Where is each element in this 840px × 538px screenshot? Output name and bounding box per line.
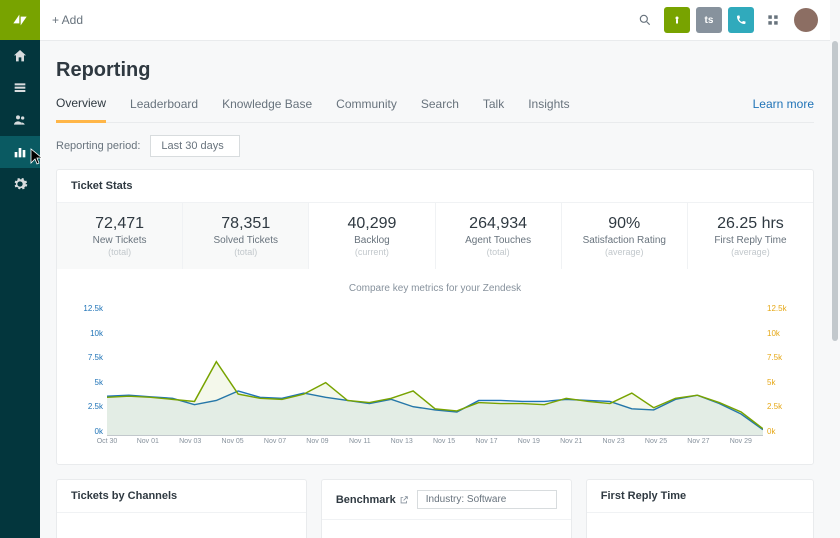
apps-grid-icon[interactable] <box>760 7 786 33</box>
tab-search[interactable]: Search <box>421 97 459 121</box>
ticket-stats-title: Ticket Stats <box>57 170 813 203</box>
frt-title: First Reply Time <box>587 480 813 513</box>
channels-body: 6%5%6% <box>57 513 306 538</box>
stat-satisfaction[interactable]: 90% Satisfaction Rating (average) <box>562 203 688 269</box>
bottom-row: Tickets by Channels 6%5%6% Benchmark Sat… <box>56 479 814 538</box>
nav-home[interactable] <box>0 40 40 72</box>
zendesk-logo[interactable] <box>0 0 40 40</box>
scrollbar-thumb[interactable] <box>832 41 838 341</box>
topbar: + Add ts <box>40 0 830 41</box>
page-title: Reporting <box>56 59 814 82</box>
benchmark-industry-select[interactable] <box>417 490 557 509</box>
nav-views[interactable] <box>0 72 40 104</box>
tab-talk[interactable]: Talk <box>483 97 504 121</box>
y-axis-right: 12.5k10k7.5k5k2.5k0k <box>767 304 797 436</box>
tab-overview[interactable]: Overview <box>56 96 106 123</box>
benchmark-header: Benchmark <box>322 480 571 520</box>
search-icon[interactable] <box>632 7 658 33</box>
y-axis-left: 12.5k10k7.5k5k2.5k0k <box>73 304 103 436</box>
external-link-icon <box>399 495 409 505</box>
page-content: Reporting Overview Leaderboard Knowledge… <box>40 41 830 538</box>
benchmark-card: Benchmark Satisfaction Rating 90% 97% Av… <box>321 479 572 538</box>
stat-solved-tickets[interactable]: 78,351 Solved Tickets (total) <box>183 203 309 269</box>
stat-first-reply[interactable]: 26.25 hrs First Reply Time (average) <box>688 203 813 269</box>
left-sidebar <box>0 0 40 538</box>
ticket-stats-card: Ticket Stats 72,471 New Tickets (total) … <box>56 169 814 465</box>
app-icon-2[interactable]: ts <box>696 7 722 33</box>
app-icon-1[interactable] <box>664 7 690 33</box>
add-button[interactable]: + Add <box>52 13 83 27</box>
tab-leaderboard[interactable]: Leaderboard <box>130 97 198 121</box>
stat-agent-touches[interactable]: 264,934 Agent Touches (total) <box>436 203 562 269</box>
phone-icon[interactable] <box>728 7 754 33</box>
chart-caption: Compare key metrics for your Zendesk <box>73 283 797 294</box>
scrollbar[interactable] <box>832 41 838 538</box>
frt-body: 26.25 hrs Avg. First Reply Time 44% <box>587 513 813 538</box>
tab-community[interactable]: Community <box>336 97 397 121</box>
chart-area: Compare key metrics for your Zendesk 12.… <box>57 269 813 464</box>
stats-row: 72,471 New Tickets (total) 78,351 Solved… <box>57 203 813 269</box>
nav-customers[interactable] <box>0 104 40 136</box>
nav-reporting[interactable] <box>0 136 40 168</box>
channels-card: Tickets by Channels 6%5%6% <box>56 479 307 538</box>
channels-title: Tickets by Channels <box>57 480 306 513</box>
learn-more-link[interactable]: Learn more <box>753 97 814 121</box>
period-select[interactable]: Last 30 days <box>150 135 240 157</box>
nav-admin[interactable] <box>0 168 40 200</box>
tabs: Overview Leaderboard Knowledge Base Comm… <box>56 96 814 123</box>
period-row: Reporting period: Last 30 days <box>56 135 814 157</box>
tab-knowledge-base[interactable]: Knowledge Base <box>222 97 312 121</box>
line-chart <box>107 304 763 436</box>
x-axis: Oct 30Nov 01Nov 03Nov 05Nov 07Nov 09Nov … <box>107 438 763 454</box>
chart-wrap: 12.5k10k7.5k5k2.5k0k 12.5k10k7.5k5k2.5k0… <box>73 304 797 454</box>
frt-card: First Reply Time 26.25 hrs Avg. First Re… <box>586 479 814 538</box>
user-avatar[interactable] <box>794 8 818 32</box>
stat-backlog[interactable]: 40,299 Backlog (current) <box>309 203 435 269</box>
benchmark-body: Satisfaction Rating 90% 97% Average Firs… <box>322 520 571 538</box>
stat-new-tickets[interactable]: 72,471 New Tickets (total) <box>57 203 183 269</box>
period-label: Reporting period: <box>56 140 140 152</box>
benchmark-title: Benchmark <box>336 494 396 506</box>
tab-insights[interactable]: Insights <box>528 97 569 121</box>
